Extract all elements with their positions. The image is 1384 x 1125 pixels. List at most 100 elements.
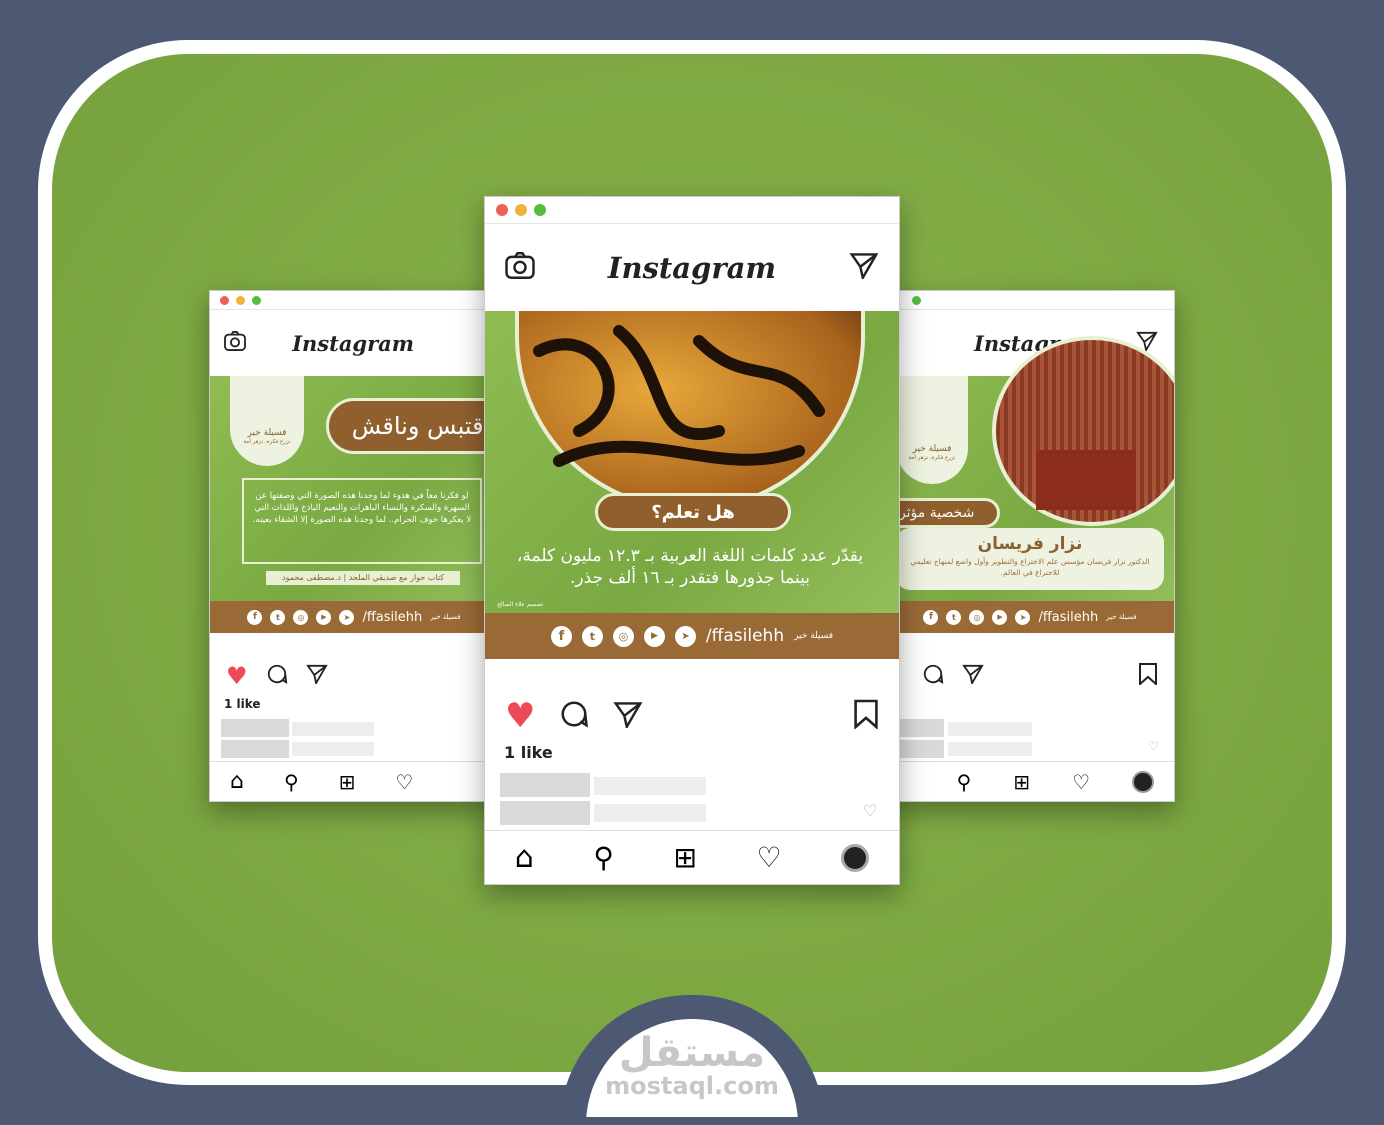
placeholder-bar (292, 722, 374, 736)
camera-icon[interactable] (505, 252, 535, 283)
social-band: f t ◎ ▶ ➤ /ffasilehh فسيلة خير (886, 601, 1174, 633)
facebook-icon: f (247, 609, 263, 625)
brand-name: فسيلة خير (1106, 613, 1137, 621)
placeholder-bar (500, 801, 590, 825)
close-dot[interactable] (496, 204, 508, 216)
share-icon[interactable] (962, 664, 984, 688)
designer-credit: تصميم علاء الصالح (497, 601, 544, 608)
person-name: نزار فريسان (977, 534, 1083, 554)
maximize-dot[interactable] (534, 204, 546, 216)
small-heart-icon[interactable]: ♡ (1148, 739, 1159, 753)
heart-icon[interactable]: ♡ (1072, 770, 1090, 794)
youtube-icon: ▶ (643, 625, 665, 647)
window-titlebar (886, 291, 1174, 309)
facebook-icon: f (923, 609, 939, 625)
badge-brand-name: فسيلة خير (912, 444, 952, 454)
post-body: الدكتور نزار فريسان مؤسس علم الاختراع وا… (910, 557, 1150, 577)
post-title: شخصية مؤثرة (886, 498, 1000, 528)
twitter-icon: t (946, 609, 962, 625)
social-band: f t ◎ ▶ ➤ /ffasilehh فسيلة خير (210, 601, 498, 633)
post-image: هل تعلم؟ يقدّر عدد كلمات اللغة العربية ب… (485, 311, 899, 613)
brand-badge: فسيلة خير نزرع فكرة، نزهر أمة (896, 376, 968, 484)
left-instagram-card: Instagram فسيلة خير نزرع فكرة، نزهر أمة ا… (209, 290, 499, 802)
heart-filled-icon[interactable]: ♥ (505, 696, 535, 736)
search-icon[interactable]: ⚲ (284, 770, 299, 794)
instagram-icon: ◎ (969, 609, 985, 625)
minimize-dot[interactable] (515, 204, 527, 216)
window-titlebar (210, 291, 498, 309)
placeholder-bar (500, 773, 590, 797)
brand-name: فسيلة خير (430, 613, 461, 621)
speaker-photo (992, 336, 1174, 526)
heart-icon[interactable]: ♡ (757, 841, 782, 874)
camera-icon[interactable] (224, 331, 246, 355)
placeholder-bar (221, 740, 289, 758)
brand-name: فسيلة خير (794, 631, 834, 641)
small-heart-icon[interactable]: ♡ (863, 801, 877, 820)
search-icon[interactable]: ⚲ (593, 841, 614, 874)
placeholder-bar (948, 722, 1032, 736)
add-post-icon[interactable]: ⊞ (673, 841, 696, 874)
maximize-dot[interactable] (252, 295, 261, 305)
post-body: يقدّر عدد كلمات اللغة العربية بـ ١٢.٣ مل… (516, 546, 864, 588)
comment-icon[interactable] (922, 663, 944, 689)
profile-avatar[interactable] (841, 843, 870, 872)
post-title: اقتبس وناقش (326, 398, 498, 454)
home-icon[interactable]: ⌂ (515, 840, 534, 875)
brand-tagline: نزرع فكرة، نزهر أمة (908, 455, 956, 461)
post-title: هل تعلم؟ (595, 493, 791, 531)
placeholder-bar (221, 719, 289, 737)
comment-icon[interactable] (559, 699, 589, 733)
instagram-logo: Instagram (292, 330, 414, 356)
watermark-latin: mostaql.com (605, 1072, 779, 1100)
add-post-icon[interactable]: ⊞ (1013, 770, 1030, 794)
heart-filled-icon[interactable]: ♥ (226, 662, 248, 690)
placeholder-bar (594, 777, 706, 795)
maximize-dot[interactable] (912, 295, 921, 305)
twitter-icon: t (270, 609, 286, 625)
calligraphy-strokes (533, 325, 825, 467)
post-image: فسيلة خير نزرع فكرة، نزهر أمة شخصية مؤثرة… (886, 336, 1174, 601)
likes-count: 1 like (504, 743, 553, 762)
instagram-icon: ◎ (612, 625, 634, 647)
likes-count: 1 like (224, 697, 261, 711)
brand-badge: فسيلة خير نزرع فكرة، نزهر أمة (230, 376, 304, 466)
twitter-icon: t (581, 625, 603, 647)
window-titlebar (485, 197, 899, 223)
minimize-dot[interactable] (236, 295, 245, 305)
placeholder-bar (594, 804, 706, 822)
badge-brand-name: فسيلة خير (247, 428, 287, 438)
post-image: فسيلة خير نزرع فكرة، نزهر أمة اقتبس وناقش… (210, 376, 498, 601)
share-icon[interactable] (613, 701, 643, 732)
direct-message-icon[interactable] (849, 252, 879, 283)
post-body: لو فكرنا معاً في هدوء لما وجدنا هذه الصو… (242, 478, 482, 564)
handle-text: /ffasilehh (1038, 609, 1099, 625)
telegram-icon: ➤ (1015, 609, 1031, 625)
podium (1036, 450, 1136, 510)
handle-text: /ffasilehh (705, 626, 785, 646)
bookmark-icon[interactable] (853, 699, 879, 733)
handle-text: /ffasilehh (362, 609, 423, 625)
share-icon[interactable] (305, 664, 328, 688)
calligraphy-photo (515, 311, 865, 511)
right-instagram-card: Instagram فسيلة خير نزرع فكرة، نزهر أمة ش… (885, 290, 1175, 802)
social-band: f t ◎ ▶ ➤ /ffasilehh فسيلة خير (485, 613, 899, 659)
brand-tagline: نزرع فكرة، نزهر أمة (243, 439, 291, 445)
post-source: كتاب حوار مع صديقي الملحد | د.مصطفى محمو… (266, 571, 460, 585)
center-instagram-card: Instagram هل تعلم؟ يقدّر عدد كلمات اللغة… (484, 196, 900, 885)
placeholder-bar (292, 742, 374, 756)
add-post-icon[interactable]: ⊞ (339, 770, 356, 794)
heart-icon[interactable]: ♡ (395, 770, 413, 794)
instagram-icon: ◎ (293, 609, 309, 625)
close-dot[interactable] (220, 295, 229, 305)
instagram-logo: Instagram (607, 250, 777, 285)
bookmark-icon[interactable] (1138, 663, 1158, 689)
home-icon[interactable]: ⌂ (230, 769, 244, 794)
watermark-arabic: مستقل (618, 1030, 766, 1076)
info-box: نزار فريسان الدكتور نزار فريسان مؤسس علم… (896, 528, 1164, 590)
placeholder-bar (948, 742, 1032, 756)
comment-icon[interactable] (266, 663, 288, 689)
telegram-icon: ➤ (674, 625, 696, 647)
profile-avatar[interactable] (1132, 770, 1154, 793)
search-icon[interactable]: ⚲ (957, 770, 972, 794)
